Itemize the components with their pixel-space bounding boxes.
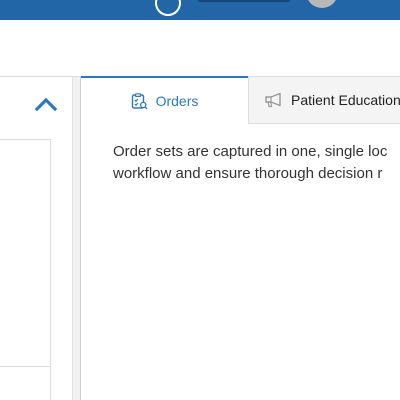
list-row-divider: [0, 366, 51, 367]
help-circle-icon[interactable]: [155, 0, 181, 16]
tab-patient-education-label: Patient Education: [291, 92, 400, 108]
user-avatar-icon[interactable]: [306, 0, 338, 8]
chevron-up-icon: [34, 97, 58, 112]
tab-orders[interactable]: Orders: [81, 76, 248, 124]
content-line: Order sets are captured in one, single l…: [113, 143, 388, 160]
panel-resize-handle[interactable]: [72, 77, 81, 400]
tab-content: Order sets are captured in one, single l…: [113, 141, 400, 185]
top-bar-button[interactable]: [198, 0, 290, 2]
page-header: [0, 20, 400, 76]
top-app-bar: [0, 0, 400, 20]
tab-patient-education[interactable]: Patient Education: [248, 76, 400, 124]
left-panel-list: [0, 139, 51, 400]
tab-bar: Orders Patient Education: [81, 76, 400, 124]
content-line: workflow and ensure thorough decision r: [113, 165, 383, 182]
order-checklist-icon: [131, 92, 148, 110]
collapse-panel-button[interactable]: [34, 94, 58, 114]
tab-orders-label: Orders: [155, 93, 199, 109]
megaphone-icon: [264, 92, 283, 108]
